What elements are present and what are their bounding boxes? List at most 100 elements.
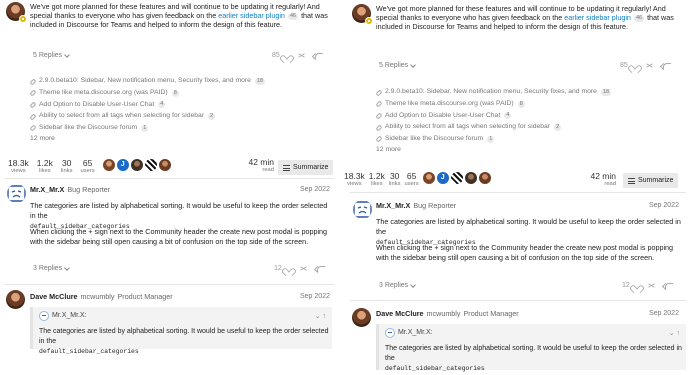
share-icon[interactable]: [648, 282, 655, 289]
user-avatar[interactable]: [6, 290, 25, 309]
author-fullname[interactable]: Dave McClure: [30, 292, 78, 301]
links-count: 30: [389, 171, 400, 181]
replies-toggle-button[interactable]: 5 Replies: [379, 61, 417, 70]
replies-label: 5 Replies: [33, 52, 63, 59]
topic-link-label: 2.9.0.beta10: Sidebar, New notification …: [39, 77, 251, 85]
chevron-down-icon: [64, 264, 71, 271]
flair-badge-icon: [19, 15, 27, 23]
post-actions: 85: [620, 61, 671, 70]
post-date[interactable]: Sep 2022: [300, 185, 330, 194]
topic-link-item[interactable]: Theme like meta.discourse.org (was PAID)…: [375, 99, 612, 111]
post-actions: 85: [272, 51, 323, 60]
author-username[interactable]: Mr.X_Mr.X: [376, 201, 410, 210]
more-links-button[interactable]: 12 more: [30, 134, 266, 146]
likes-stat: 1.2k likes: [369, 172, 385, 188]
participant-avatar[interactable]: [144, 159, 157, 171]
topic-link-label: Add Option to Disable User-User Chat: [385, 111, 501, 119]
quote-header[interactable]: Mr.X_Mr.X:: [385, 328, 433, 338]
link-click-count: 46: [287, 13, 299, 20]
topic-link-item[interactable]: Sidebar like the Discourse forum 1: [29, 122, 266, 134]
replies-toggle-button[interactable]: 3 Replies: [33, 264, 71, 273]
topic-link-item[interactable]: Add Option to Disable User-User Chat 4: [375, 110, 612, 122]
summarize-button[interactable]: Summarize: [623, 173, 679, 188]
links-label: links: [60, 168, 73, 174]
user-avatar[interactable]: [353, 200, 372, 219]
post-text: When clicking the + sign next to the Com…: [376, 243, 674, 262]
participant-avatar[interactable]: [478, 172, 491, 184]
link-icon: [29, 101, 37, 109]
like-button[interactable]: 12: [622, 281, 640, 290]
like-button[interactable]: 85: [620, 61, 638, 70]
reply-icon[interactable]: [315, 265, 325, 273]
likes-count: 1.2k: [36, 158, 53, 168]
quote-author: Mr.X_Mr.X:: [52, 312, 87, 320]
link-icon: [375, 112, 383, 120]
heart-icon: [630, 62, 638, 69]
read-time-value: 42 min: [590, 171, 616, 181]
author-username[interactable]: mcwumbly: [81, 292, 115, 301]
participant-avatars: J: [102, 159, 171, 171]
post-date[interactable]: Sep 2022: [649, 201, 679, 210]
topic-link-item[interactable]: 2.9.0.beta10: Sidebar, New notification …: [375, 87, 612, 99]
participant-avatar[interactable]: [422, 172, 435, 184]
users-label: users: [404, 181, 419, 187]
share-icon[interactable]: [300, 265, 307, 272]
replies-toggle-button[interactable]: 3 Replies: [379, 281, 417, 290]
participant-avatar[interactable]: [158, 159, 171, 171]
author-title: Product Manager: [463, 309, 519, 318]
post-date[interactable]: Sep 2022: [300, 292, 330, 301]
views-stat: 18.3k views: [8, 159, 29, 175]
divider: [350, 192, 686, 193]
divider: [4, 284, 334, 285]
user-avatar[interactable]: [352, 308, 371, 327]
quote-header[interactable]: Mr.X_Mr.X:: [39, 311, 87, 321]
participant-avatar[interactable]: [450, 172, 463, 184]
link-icon: [375, 135, 383, 143]
reply-icon[interactable]: [661, 62, 671, 70]
link-icon: [375, 100, 383, 108]
like-button[interactable]: 12: [274, 264, 292, 273]
links-count: 30: [61, 158, 72, 168]
topic-link-item[interactable]: Sidebar like the Discourse forum 1: [375, 133, 612, 145]
link-icon: [375, 124, 383, 132]
chevron-down-icon: [410, 281, 417, 288]
sidebar-plugin-link[interactable]: earlier sidebar plugin: [218, 11, 285, 20]
like-button[interactable]: 85: [272, 51, 290, 60]
more-links-button[interactable]: 12 more: [376, 145, 612, 157]
topic-link-count: 2: [208, 113, 216, 121]
link-click-count: 46: [633, 15, 645, 22]
likes-label: likes: [371, 181, 383, 187]
user-avatar[interactable]: [7, 184, 26, 203]
author-fullname[interactable]: Dave McClure: [376, 309, 424, 318]
sidebar-plugin-link[interactable]: earlier sidebar plugin: [564, 13, 631, 22]
reply-icon[interactable]: [663, 282, 673, 290]
divider: [4, 178, 334, 179]
topic-link-item[interactable]: Add Option to Disable User-User Chat 4: [29, 99, 266, 111]
topic-link-item[interactable]: Ability to select from all tags when sel…: [29, 111, 266, 123]
summarize-button[interactable]: Summarize: [278, 160, 334, 175]
post-body: We've got more planned for these feature…: [376, 4, 686, 31]
share-icon[interactable]: [298, 52, 305, 59]
topic-link-item[interactable]: Theme like meta.discourse.org (was PAID)…: [29, 88, 266, 100]
topic-link-item[interactable]: 2.9.0.beta10: Sidebar, New notification …: [29, 76, 266, 88]
participant-avatar[interactable]: [102, 159, 115, 171]
quote-controls[interactable]: ⌄ ↑: [315, 312, 326, 321]
participant-avatar[interactable]: [464, 172, 477, 184]
participant-avatar[interactable]: [130, 159, 143, 171]
topic-link-item[interactable]: Ability to select from all tags when sel…: [375, 122, 612, 134]
links-label: links: [388, 181, 401, 187]
participant-avatar[interactable]: J: [116, 159, 129, 171]
topic-link-label: Sidebar like the Discourse forum: [39, 123, 138, 131]
author-username[interactable]: Mr.X_Mr.X: [30, 185, 64, 194]
author-username[interactable]: mcwumbly: [427, 309, 461, 318]
users-stat: 65 users: [404, 172, 418, 188]
share-icon[interactable]: [646, 62, 653, 69]
participant-avatar[interactable]: J: [436, 172, 449, 184]
views-label: views: [347, 181, 362, 187]
quote-controls[interactable]: ⌄ ↑: [669, 329, 680, 338]
reply-icon[interactable]: [313, 52, 323, 60]
replies-toggle-button[interactable]: 5 Replies: [33, 51, 71, 60]
likes-label: likes: [39, 168, 51, 174]
post-date[interactable]: Sep 2022: [649, 309, 679, 318]
summarize-label: Summarize: [293, 163, 329, 171]
